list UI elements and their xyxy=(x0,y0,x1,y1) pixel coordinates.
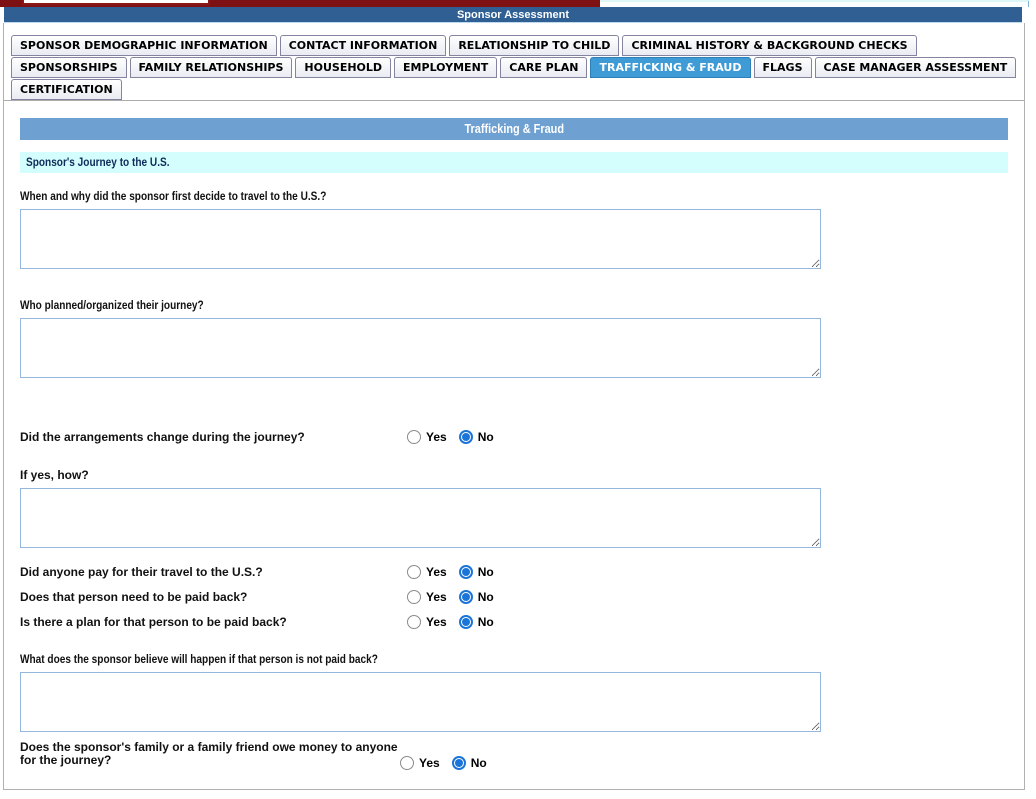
question-plan-paid-back-label: Is there a plan for that person to be pa… xyxy=(20,614,287,629)
tab-sponsorships[interactable]: SPONSORSHIPS xyxy=(11,57,127,78)
main-frame: SPONSOR DEMOGRAPHIC INFORMATION CONTACT … xyxy=(3,23,1025,790)
if-yes-how-textarea[interactable] xyxy=(20,488,821,548)
radio-no-label[interactable]: No xyxy=(478,615,494,629)
radio-no-label[interactable]: No xyxy=(478,590,494,604)
question-arrangements-change-row: Did the arrangements change during the j… xyxy=(20,430,1008,444)
question-anyone-pay-label: Did anyone pay for their travel to the U… xyxy=(20,564,263,579)
tab-trafficking-fraud[interactable]: TRAFFICKING & FRAUD xyxy=(590,57,751,78)
radio-yes-label[interactable]: Yes xyxy=(426,565,447,579)
radiogroup-anyone-pay: Yes No xyxy=(407,565,494,579)
question-need-paid-back-label: Does that person need to be paid back? xyxy=(20,589,248,604)
tab-row-2: SPONSORSHIPS FAMILY RELATIONSHIPS HOUSEH… xyxy=(11,56,1024,78)
subsection-header: Sponsor's Journey to the U.S. xyxy=(20,152,1008,173)
radio-no-label[interactable]: No xyxy=(478,430,494,444)
top-cropped-field xyxy=(22,0,210,5)
radiogroup-need-paid-back: Yes No xyxy=(407,590,494,604)
radio-no[interactable] xyxy=(458,590,473,604)
question-travel-decision-label: When and why did the sponsor first decid… xyxy=(20,189,327,203)
tab-contact-information[interactable]: CONTACT INFORMATION xyxy=(279,35,447,56)
radio-no-label[interactable]: No xyxy=(478,565,494,579)
question-if-yes-how-label: If yes, how? xyxy=(20,468,89,482)
question-anyone-pay-row: Did anyone pay for their travel to the U… xyxy=(20,565,1008,579)
radio-yes-label[interactable]: Yes xyxy=(426,590,447,604)
content-panel: Trafficking & Fraud Sponsor's Journey to… xyxy=(4,100,1024,770)
radio-no[interactable] xyxy=(451,756,466,770)
tab-flags[interactable]: FLAGS xyxy=(753,57,812,78)
question-planned-journey-label: Who planned/organized their journey? xyxy=(20,298,204,312)
radio-no[interactable] xyxy=(458,615,473,629)
radio-yes[interactable] xyxy=(407,430,421,444)
tab-row-1: SPONSOR DEMOGRAPHIC INFORMATION CONTACT … xyxy=(11,34,1024,56)
planned-journey-textarea[interactable] xyxy=(20,318,821,378)
radio-yes-label[interactable]: Yes xyxy=(426,615,447,629)
top-cropped-bar xyxy=(0,0,600,7)
radiogroup-family-owe: Yes No xyxy=(400,756,487,770)
question-need-paid-back-row: Does that person need to be paid back? Y… xyxy=(20,590,1008,604)
question-plan-paid-back-row: Is there a plan for that person to be pa… xyxy=(20,615,1008,629)
radio-yes-label[interactable]: Yes xyxy=(426,430,447,444)
tab-care-plan[interactable]: CARE PLAN xyxy=(500,57,588,78)
not-paid-back-textarea[interactable] xyxy=(20,672,821,732)
tab-strip: SPONSOR DEMOGRAPHIC INFORMATION CONTACT … xyxy=(4,23,1024,100)
question-family-owe-row: Does the sponsor's family or a family fr… xyxy=(20,740,1008,770)
radiogroup-arrangements-change: Yes No xyxy=(407,430,494,444)
tab-case-manager-assessment[interactable]: CASE MANAGER ASSESSMENT xyxy=(814,57,1017,78)
radio-yes[interactable] xyxy=(407,565,421,579)
section-title: Trafficking & Fraud xyxy=(464,121,564,136)
question-arrangements-change-label: Did the arrangements change during the j… xyxy=(20,429,305,444)
radio-yes-label[interactable]: Yes xyxy=(419,756,440,770)
tab-certification[interactable]: CERTIFICATION xyxy=(11,79,122,100)
question-family-owe-label: Does the sponsor's family or a family fr… xyxy=(20,740,398,767)
subsection-title: Sponsor's Journey to the U.S. xyxy=(26,155,170,169)
radio-no-label[interactable]: No xyxy=(471,756,487,770)
tab-row-3: CERTIFICATION xyxy=(11,78,1024,100)
radio-yes[interactable] xyxy=(407,615,421,629)
tab-employment[interactable]: EMPLOYMENT xyxy=(394,57,498,78)
radio-yes[interactable] xyxy=(407,590,421,604)
tab-sponsor-demographic-information[interactable]: SPONSOR DEMOGRAPHIC INFORMATION xyxy=(11,35,277,56)
page: Sponsor Assessment SPONSOR DEMOGRAPHIC I… xyxy=(0,0,1036,799)
radiogroup-plan-paid-back: Yes No xyxy=(407,615,494,629)
section-header: Trafficking & Fraud xyxy=(20,118,1008,140)
page-title-bar: Sponsor Assessment xyxy=(4,7,1022,23)
tab-criminal-history-background-checks[interactable]: CRIMINAL HISTORY & BACKGROUND CHECKS xyxy=(622,35,917,56)
tab-relationship-to-child[interactable]: RELATIONSHIP TO CHILD xyxy=(449,35,620,56)
radio-no[interactable] xyxy=(458,430,473,444)
tab-household[interactable]: HOUSEHOLD xyxy=(295,57,392,78)
tab-family-relationships[interactable]: FAMILY RELATIONSHIPS xyxy=(129,57,293,78)
page-title: Sponsor Assessment xyxy=(456,9,570,21)
travel-decision-textarea[interactable] xyxy=(20,209,821,269)
question-not-paid-back-label: What does the sponsor believe will happe… xyxy=(20,652,378,666)
top-cropped-bar-right xyxy=(600,0,1029,7)
radio-yes[interactable] xyxy=(400,756,414,770)
radio-no[interactable] xyxy=(458,565,473,579)
